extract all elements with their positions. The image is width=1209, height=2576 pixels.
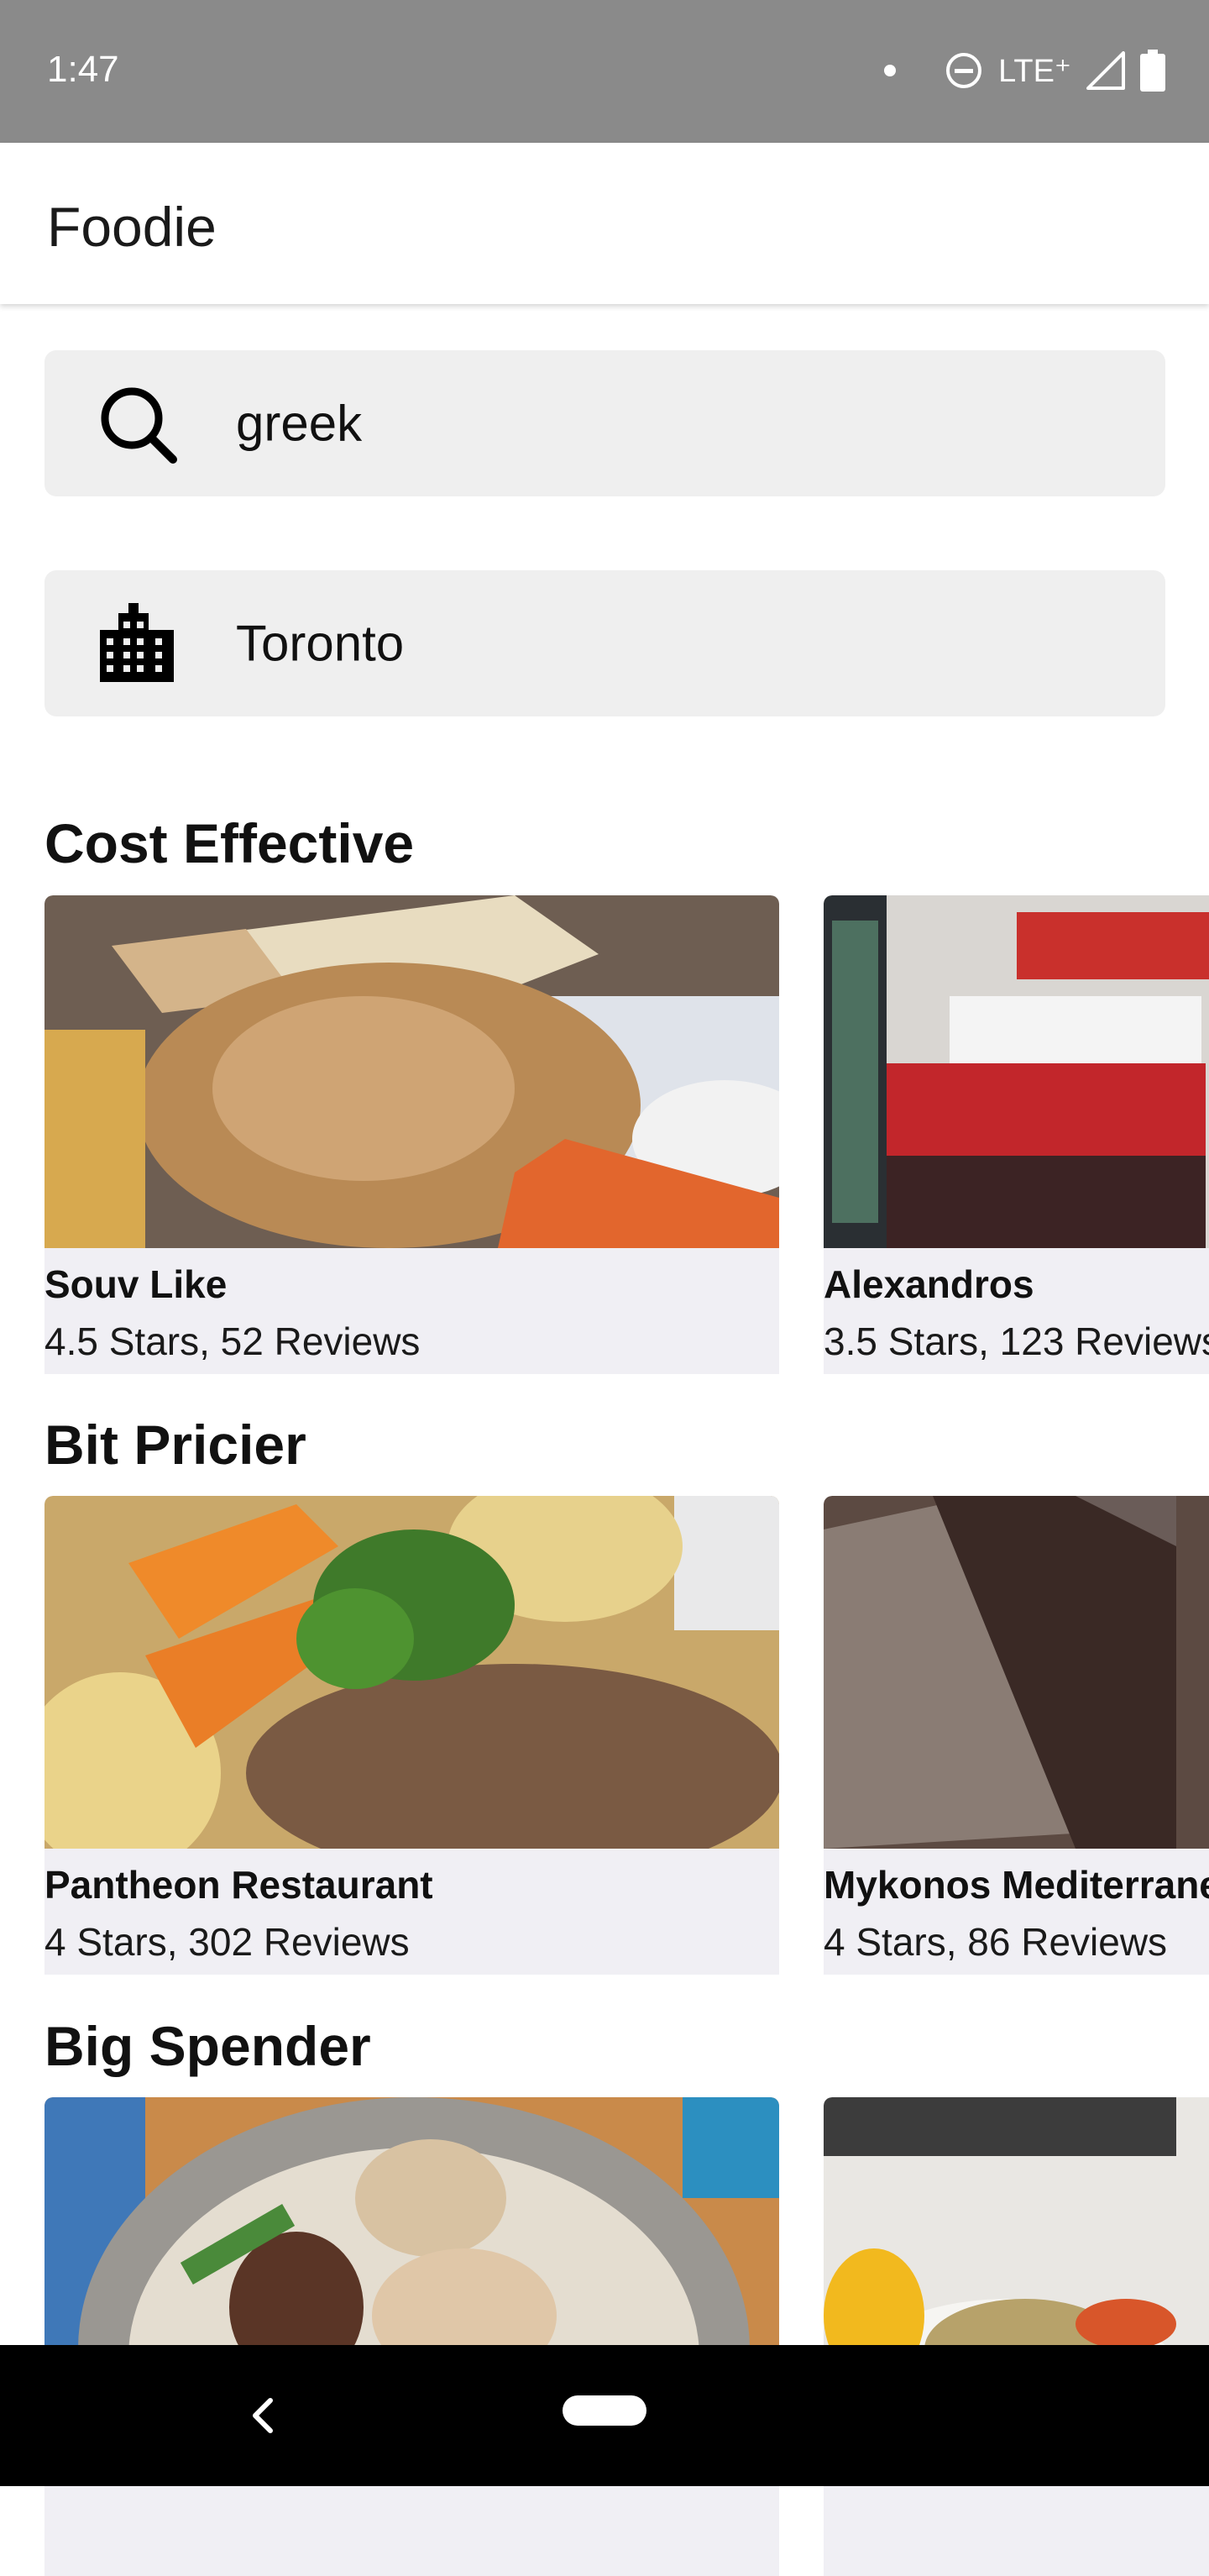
do-not-disturb-icon <box>946 53 982 88</box>
restaurant-name: Mykonos Mediterranean <box>824 1863 1209 1907</box>
status-time: 1:47 <box>47 49 119 90</box>
restaurant-row-cost-effective[interactable]: Souv Like 4.5 Stars, 52 Reviews Alexandr… <box>44 895 1209 1374</box>
app-title: Foodie <box>47 196 217 258</box>
home-button[interactable] <box>563 2395 646 2426</box>
battery-icon <box>1140 50 1165 92</box>
search-icon <box>101 387 177 464</box>
restaurant-card[interactable]: Souv Like 4.5 Stars, 52 Reviews <box>44 895 779 1374</box>
restaurant-rating: 4 Stars, 302 Reviews <box>44 1920 410 1964</box>
restaurant-row-bit-pricier[interactable]: Pantheon Restaurant 4 Stars, 302 Reviews… <box>44 1496 1209 1975</box>
restaurant-rating: 4.5 Stars, 52 Reviews <box>44 1319 421 1363</box>
section-title-cost-effective: Cost Effective <box>44 812 415 874</box>
restaurant-photo <box>824 895 1209 1248</box>
city-icon <box>100 603 174 682</box>
navigation-bar <box>0 2345 1209 2486</box>
restaurant-card[interactable]: Alexandros 3.5 Stars, 123 Reviews <box>824 895 1209 1374</box>
signal-icon <box>1086 51 1125 90</box>
restaurant-photo <box>44 1496 779 1849</box>
network-type: LTE⁺ <box>998 53 1071 89</box>
restaurant-row-big-spender[interactable] <box>44 2097 1209 2576</box>
location-value: Toronto <box>236 615 405 672</box>
search-value: greek <box>236 395 363 452</box>
restaurant-name: Souv Like <box>44 1262 228 1306</box>
status-bar: 1:47 LTE⁺ <box>0 0 1209 143</box>
location-input[interactable]: Toronto <box>44 570 1165 716</box>
status-icons: LTE⁺ <box>884 47 1165 94</box>
restaurant-photo <box>824 1496 1209 1849</box>
restaurant-card[interactable] <box>824 2097 1209 2576</box>
restaurant-photo <box>44 895 779 1248</box>
restaurant-name: Pantheon Restaurant <box>44 1863 433 1907</box>
restaurant-card[interactable] <box>44 2097 779 2576</box>
search-input[interactable]: greek <box>44 350 1165 496</box>
notification-dot-icon <box>884 65 897 76</box>
restaurant-card[interactable]: Mykonos Mediterranean 4 Stars, 86 Review… <box>824 1496 1209 1975</box>
section-title-bit-pricier: Bit Pricier <box>44 1414 306 1476</box>
restaurant-name: Alexandros <box>824 1262 1034 1306</box>
restaurant-rating: 4 Stars, 86 Reviews <box>824 1920 1168 1964</box>
section-title-big-spender: Big Spender <box>44 2015 371 2077</box>
app-bar: Foodie <box>0 143 1209 304</box>
restaurant-card[interactable]: Pantheon Restaurant 4 Stars, 302 Reviews <box>44 1496 779 1975</box>
back-icon[interactable] <box>242 2382 282 2449</box>
restaurant-rating: 3.5 Stars, 123 Reviews <box>824 1319 1209 1363</box>
